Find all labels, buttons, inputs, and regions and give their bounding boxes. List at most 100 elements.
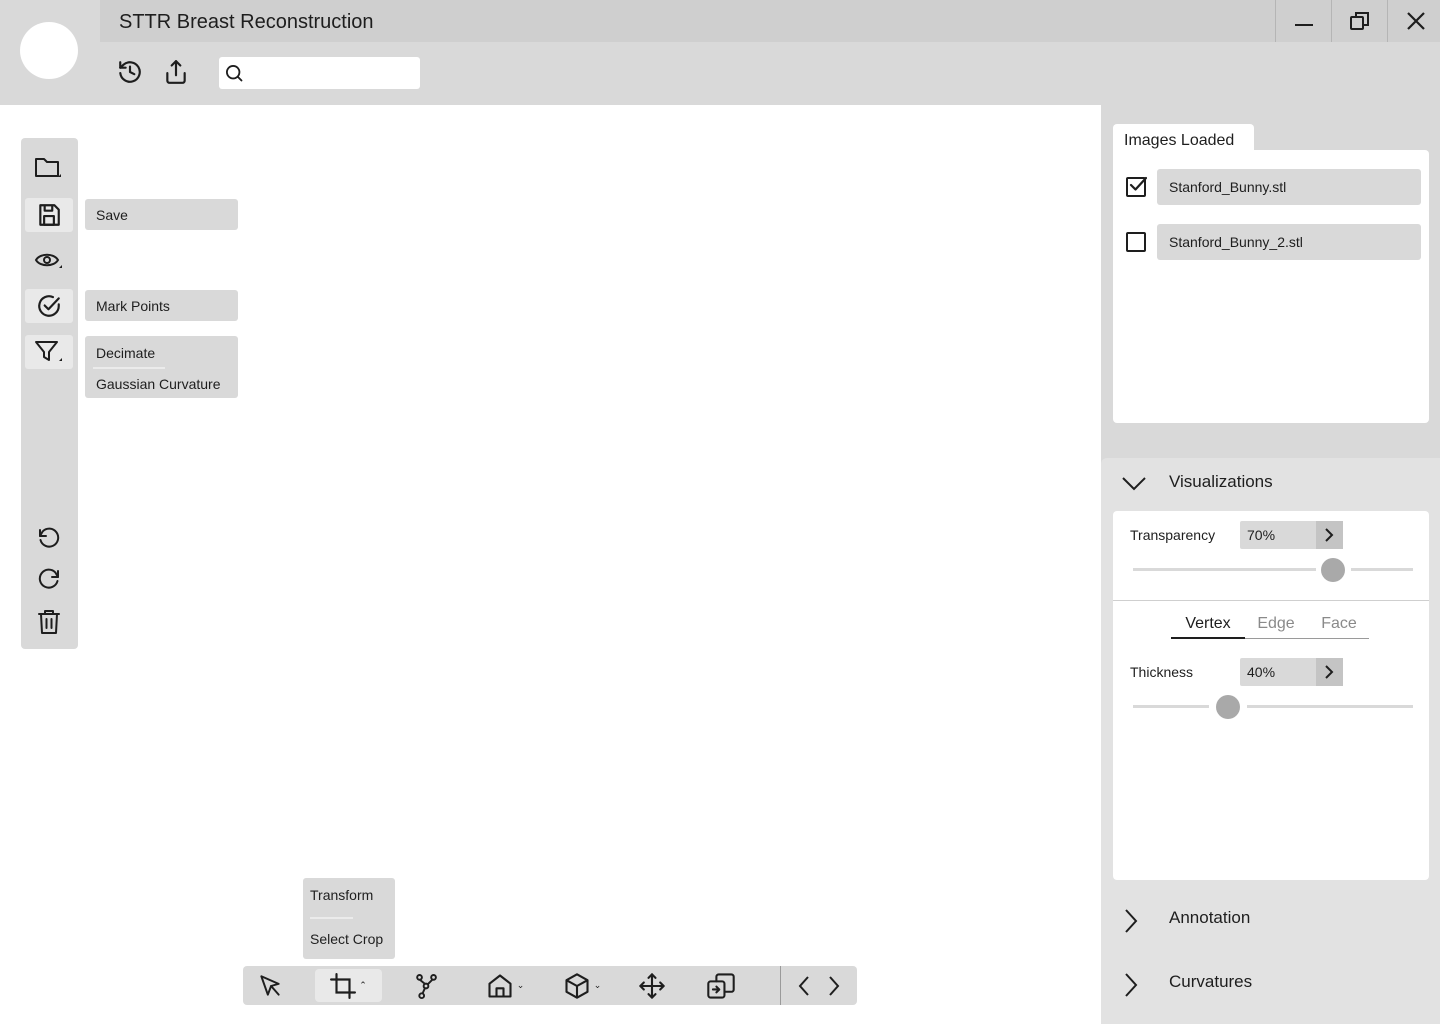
history-icon xyxy=(117,59,143,85)
file-checkbox[interactable] xyxy=(1126,176,1147,197)
caret-down-icon: ⌄ xyxy=(593,980,602,990)
file-name[interactable]: Stanford_Bunny_2.stl xyxy=(1157,224,1421,260)
slider-track xyxy=(1133,705,1209,708)
minimize-icon xyxy=(1294,11,1314,31)
filter-tool-button[interactable] xyxy=(25,335,73,369)
curvatures-label: Curvatures xyxy=(1169,972,1253,991)
search-icon xyxy=(224,63,244,83)
list-item: Stanford_Bunny_2.stl xyxy=(1113,224,1429,260)
thickness-value-field[interactable]: 40% xyxy=(1240,658,1343,686)
chevron-right-icon xyxy=(1123,908,1139,934)
annotation-label: Annotation xyxy=(1169,908,1251,927)
cube-icon xyxy=(563,972,591,1000)
visualizations-label: Visualizations xyxy=(1169,472,1273,491)
spline-tool-button[interactable] xyxy=(409,969,443,1002)
undo-button[interactable] xyxy=(25,521,73,555)
search-input[interactable] xyxy=(251,61,411,85)
minimize-button[interactable] xyxy=(1275,0,1331,42)
select-tool-button[interactable] xyxy=(253,969,287,1002)
tab-vertex[interactable]: Vertex xyxy=(1171,615,1245,639)
transparency-label: Transparency xyxy=(1130,527,1216,543)
images-list: Stanford_Bunny.stl Stanford_Bunny_2.stl xyxy=(1113,150,1429,423)
list-item: Stanford_Bunny.stl xyxy=(1113,169,1429,205)
transparency-value: 70% xyxy=(1247,527,1276,543)
restore-button[interactable] xyxy=(1331,0,1387,42)
save-flyout: Save xyxy=(85,199,238,230)
caret-up-icon: ⌃ xyxy=(359,980,367,990)
app-header: STTR Breast Reconstruction xyxy=(0,0,1440,105)
redo-icon xyxy=(37,567,61,591)
chevron-left-icon xyxy=(796,974,812,998)
transparency-value-field[interactable]: 70% xyxy=(1240,521,1343,549)
select-arrow-icon xyxy=(257,973,283,999)
right-panel: Images Loaded Stanford_Bunny.stl Stanfor… xyxy=(1101,105,1440,1024)
visualizations-header[interactable]: Visualizations xyxy=(1101,458,1440,506)
tab-face[interactable]: Face xyxy=(1317,615,1361,639)
mark-points-menu-item[interactable]: Mark Points xyxy=(85,290,238,314)
menu-divider xyxy=(310,917,353,919)
slider-track xyxy=(1351,568,1413,571)
app-title: STTR Breast Reconstruction xyxy=(119,11,374,33)
curvatures-header[interactable]: Curvatures xyxy=(1101,958,1440,1006)
save-menu-item[interactable]: Save xyxy=(85,199,238,223)
transfer-button[interactable] xyxy=(702,969,740,1002)
left-toolbar xyxy=(21,138,78,649)
crop-tool-button[interactable]: ⌃ xyxy=(315,969,382,1002)
thickness-increment-button[interactable] xyxy=(1316,658,1343,686)
thickness-value: 40% xyxy=(1247,664,1276,680)
tab-edge[interactable]: Edge xyxy=(1255,615,1297,639)
bottom-toolbar: ⌃ ⌄ ⌄ xyxy=(243,966,857,1005)
mode-tabs: Vertex Edge Face xyxy=(1171,615,1369,639)
share-button[interactable] xyxy=(162,58,190,86)
mark-points-tool-button[interactable] xyxy=(25,289,73,323)
visualizations-section: Visualizations Transparency 70% Vertex E… xyxy=(1101,458,1440,1024)
home-icon xyxy=(486,972,514,1000)
slider-handle[interactable] xyxy=(1216,695,1240,719)
delete-button[interactable] xyxy=(25,605,73,639)
transparency-slider[interactable] xyxy=(1133,558,1413,582)
restore-icon xyxy=(1349,10,1371,32)
slider-handle[interactable] xyxy=(1321,558,1345,582)
view-cube-button[interactable]: ⌄ xyxy=(561,969,603,1002)
file-checkbox[interactable] xyxy=(1126,232,1146,252)
thickness-label: Thickness xyxy=(1130,664,1194,680)
thickness-slider[interactable] xyxy=(1133,695,1413,719)
slider-track xyxy=(1133,568,1316,571)
next-button[interactable] xyxy=(821,969,847,1002)
transparency-increment-button[interactable] xyxy=(1316,521,1343,549)
eye-icon xyxy=(34,248,64,274)
undo-icon xyxy=(37,526,61,550)
spline-icon xyxy=(413,972,439,1000)
slider-track xyxy=(1247,705,1413,708)
previous-button[interactable] xyxy=(791,969,817,1002)
redo-button[interactable] xyxy=(25,562,73,596)
history-button[interactable] xyxy=(116,58,144,86)
transform-menu-item[interactable]: Transform xyxy=(310,887,373,903)
save-tool-button[interactable] xyxy=(25,198,73,232)
chevron-right-icon xyxy=(1323,664,1335,680)
move-icon xyxy=(638,972,666,1000)
filter-icon xyxy=(34,339,64,365)
move-tool-button[interactable] xyxy=(635,969,669,1002)
view-button[interactable] xyxy=(25,244,73,278)
annotation-header[interactable]: Annotation xyxy=(1101,894,1440,942)
chevron-down-icon xyxy=(1121,472,1147,494)
search-box[interactable] xyxy=(219,57,420,89)
crop-icon xyxy=(330,972,357,999)
share-icon xyxy=(163,59,189,85)
title-bar: STTR Breast Reconstruction xyxy=(100,0,1440,42)
chevron-right-icon xyxy=(826,974,842,998)
chevron-right-icon xyxy=(1123,972,1139,998)
crop-flyout: Transform Select Crop xyxy=(303,878,395,959)
select-crop-menu-item[interactable]: Select Crop xyxy=(310,931,383,947)
mark-points-flyout: Mark Points xyxy=(85,290,238,321)
home-view-button[interactable]: ⌄ xyxy=(481,969,529,1002)
trash-icon xyxy=(37,609,61,635)
decimate-menu-item[interactable]: Decimate xyxy=(85,345,155,361)
close-button[interactable] xyxy=(1387,0,1440,42)
folder-icon xyxy=(34,155,64,181)
open-folder-button[interactable] xyxy=(25,151,73,185)
file-name[interactable]: Stanford_Bunny.stl xyxy=(1157,169,1421,205)
gaussian-curvature-menu-item[interactable]: Gaussian Curvature xyxy=(85,376,221,392)
visualizations-panel: Transparency 70% Vertex Edge Face Thickn… xyxy=(1113,511,1429,880)
